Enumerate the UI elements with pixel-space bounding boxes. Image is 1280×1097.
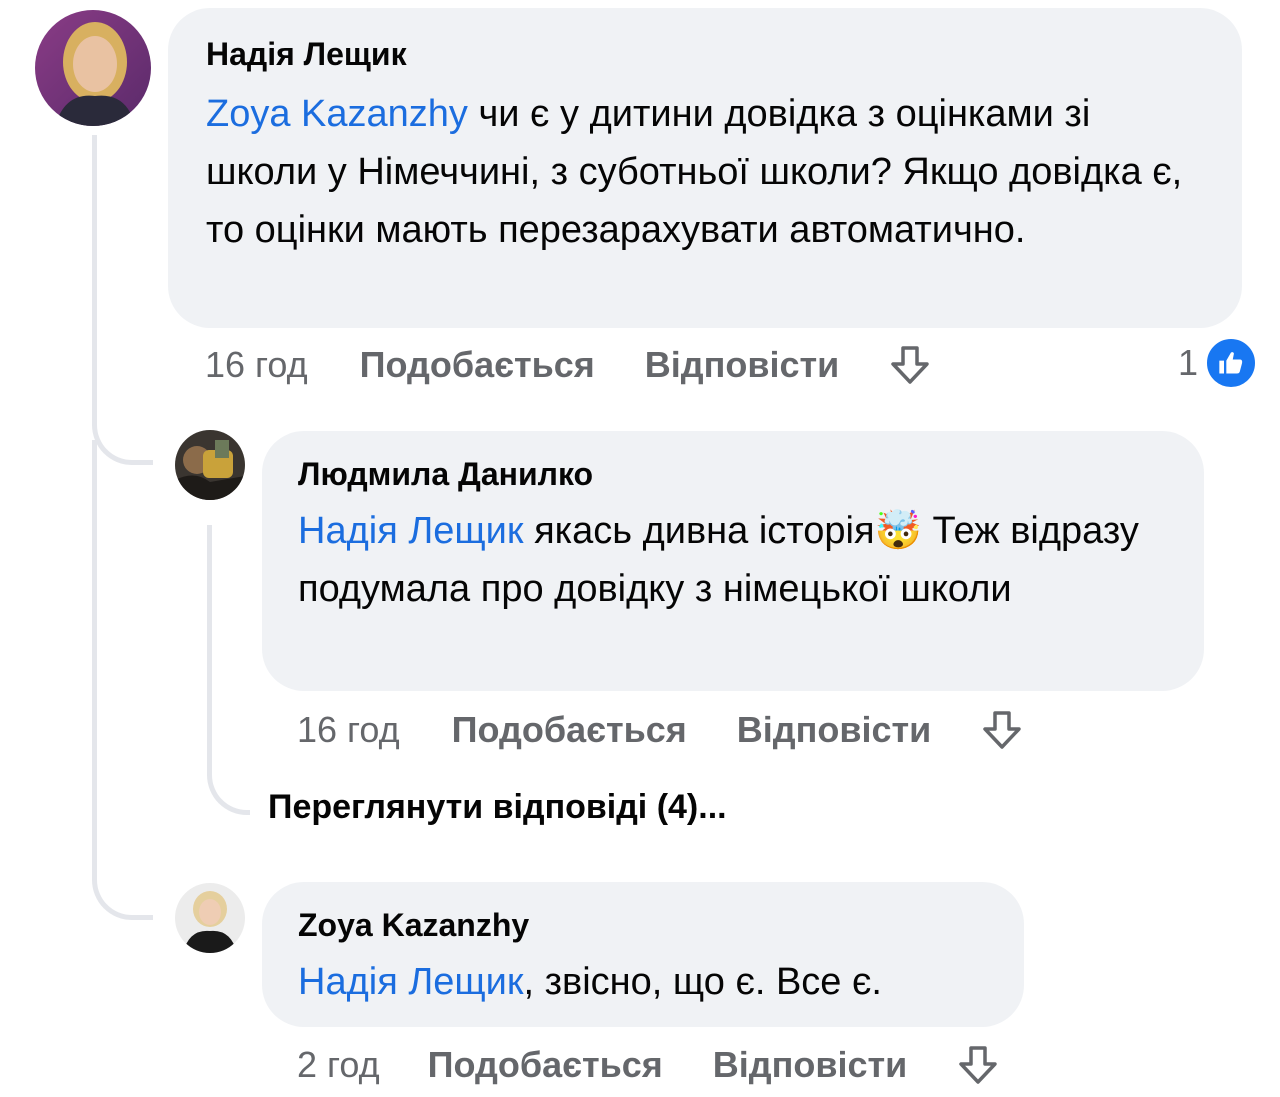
avatar[interactable] <box>35 10 151 126</box>
reply-button[interactable]: Відповісти <box>645 344 840 386</box>
reply-button[interactable]: Відповісти <box>713 1044 908 1086</box>
thread-line-main <box>92 135 153 465</box>
comment-actions: 16 год Подобається Відповісти <box>205 340 933 390</box>
comment-text: Надія Лещик якась дивна історія🤯 Теж від… <box>298 502 1168 618</box>
comment-author[interactable]: Zoya Kazanzhy <box>298 907 988 944</box>
comment-time[interactable]: 16 год <box>205 344 308 386</box>
comment-author[interactable]: Надія Лещик <box>206 36 1206 73</box>
comment-bubble: Надія Лещик Zoya Kazanzhy чи є у дитини … <box>168 8 1242 328</box>
reaction-count[interactable]: 1 <box>1178 336 1259 390</box>
comment-time[interactable]: 2 год <box>297 1044 380 1086</box>
share-arrow-icon[interactable] <box>887 342 933 388</box>
comment-body: , звісно, що є. Все є. <box>523 961 882 1003</box>
mention-link[interactable]: Надія Лещик <box>298 961 524 1003</box>
comment-text: Zoya Kazanzhy чи є у дитини довідка з оц… <box>206 85 1206 259</box>
thumbs-up-icon <box>1204 336 1259 390</box>
reply-button[interactable]: Відповісти <box>737 709 932 751</box>
comment-time[interactable]: 16 год <box>297 709 400 751</box>
comment-body-start: якась дивна історія <box>523 510 875 552</box>
share-arrow-icon[interactable] <box>979 707 1025 753</box>
avatar[interactable] <box>175 430 245 500</box>
thread-line-nested <box>207 525 250 815</box>
exploding-head-emoji: 🤯 <box>874 510 922 552</box>
comment-actions: 16 год Подобається Відповісти <box>297 705 1025 755</box>
like-button[interactable]: Подобається <box>428 1044 663 1086</box>
share-arrow-icon[interactable] <box>955 1042 1001 1088</box>
comment-bubble: Zoya Kazanzhy Надія Лещик, звісно, що є.… <box>262 882 1024 1027</box>
like-button[interactable]: Подобається <box>452 709 687 751</box>
comment-text: Надія Лещик, звісно, що є. Все є. <box>298 953 988 1011</box>
reaction-count-value: 1 <box>1178 342 1199 383</box>
mention-link[interactable]: Надія Лещик <box>298 510 524 552</box>
thread-line-main-lower <box>92 440 153 920</box>
avatar[interactable] <box>175 883 245 953</box>
comment-bubble: Людмила Данилко Надія Лещик якась дивна … <box>262 431 1204 691</box>
comment-actions: 2 год Подобається Відповісти <box>297 1040 1001 1090</box>
comment-author[interactable]: Людмила Данилко <box>298 456 1168 493</box>
mention-link[interactable]: Zoya Kazanzhy <box>206 93 468 135</box>
like-button[interactable]: Подобається <box>360 344 595 386</box>
view-replies-link[interactable]: Переглянути відповіді (4)... <box>268 788 727 827</box>
